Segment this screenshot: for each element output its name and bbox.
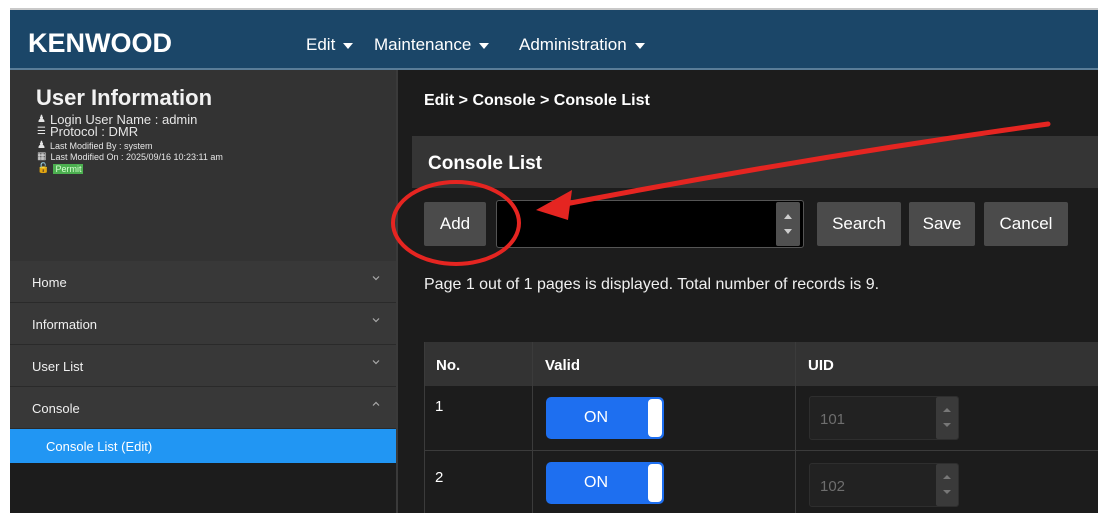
kenwood-logo: KENWOOD xyxy=(28,28,172,58)
caret-down-icon xyxy=(634,42,645,49)
row-no-cell: 2 xyxy=(435,469,525,493)
user-info-panel: User Information ♟ Login User Name : adm… xyxy=(10,70,396,262)
sidebar-item-label: User List xyxy=(32,359,84,374)
spinner-down-icon[interactable] xyxy=(943,423,951,427)
protocol-line: ☰ Protocol : DMR xyxy=(37,124,138,139)
sidebar-item-label: Home xyxy=(32,275,67,290)
chevron-up-icon xyxy=(372,400,380,408)
uid-input[interactable]: 102 xyxy=(809,463,959,507)
uid-input[interactable]: 101 xyxy=(809,396,959,440)
menu-administration[interactable]: Administration xyxy=(519,35,645,55)
table-header-uid: UID xyxy=(796,342,1098,386)
header-uid-label: UID xyxy=(808,357,834,374)
caret-down-icon xyxy=(343,42,354,49)
table-divider xyxy=(795,342,796,513)
valid-toggle[interactable]: ON xyxy=(546,462,664,504)
toggle-label: ON xyxy=(584,474,608,491)
top-navbar: KENWOOD Edit Maintenance Administration xyxy=(10,10,1098,70)
search-button[interactable]: Search xyxy=(817,202,901,246)
toggle-knob xyxy=(648,399,662,437)
sidebar-item-information[interactable]: Information xyxy=(10,303,396,345)
row-no-cell: 1 xyxy=(435,398,525,422)
toggle-label: ON xyxy=(584,409,608,426)
menu-maintenance[interactable]: Maintenance xyxy=(374,35,490,55)
last-modified-on-line: ▦ Last Modified On : 2025/09/16 10:23:11… xyxy=(37,151,223,162)
chevron-down-icon xyxy=(372,316,380,324)
record-count-input[interactable] xyxy=(496,200,804,248)
last-modified-on-text: Last Modified On : 2025/09/16 10:23:11 a… xyxy=(50,151,223,162)
protocol-text: Protocol : DMR xyxy=(49,124,139,139)
uid-value: 101 xyxy=(820,411,846,428)
spinner-up-icon[interactable] xyxy=(943,475,951,479)
sidebar-item-home[interactable]: Home xyxy=(10,261,396,303)
sidebar-divider xyxy=(396,70,398,513)
breadcrumb: Edit > Console > Console List xyxy=(424,92,650,109)
toggle-knob xyxy=(648,464,662,502)
user-icon: ♟ xyxy=(37,140,46,151)
user-info-title: User Information xyxy=(36,85,213,110)
menu-administration-label: Administration xyxy=(519,35,627,54)
sidebar-nav: Home Information User List Console Conso… xyxy=(10,261,396,463)
caret-down-icon xyxy=(479,42,490,49)
unlock-icon: 🔓 xyxy=(37,163,50,174)
cancel-button[interactable]: Cancel xyxy=(984,202,1068,246)
sidebar-item-console[interactable]: Console xyxy=(10,387,396,429)
add-button[interactable]: Add xyxy=(424,202,486,246)
sidebar-item-user-list[interactable]: User List xyxy=(10,345,396,387)
menu-edit[interactable]: Edit xyxy=(306,35,354,55)
header-valid-label: Valid xyxy=(545,357,581,374)
spinner-down-icon[interactable] xyxy=(943,490,951,494)
last-modified-by-line: ♟ Last Modified By : system xyxy=(37,140,153,151)
table-divider xyxy=(424,450,1098,451)
calendar-icon: ▦ xyxy=(37,151,47,162)
uid-spinner[interactable] xyxy=(936,464,958,506)
sidebar-item-label: Console xyxy=(32,401,80,416)
table-divider xyxy=(424,342,425,513)
valid-toggle[interactable]: ON xyxy=(546,397,664,439)
spinner-down-icon[interactable] xyxy=(784,229,792,234)
menu-maintenance-label: Maintenance xyxy=(374,35,472,54)
sidebar-subitem-console-list-edit[interactable]: Console List (Edit) xyxy=(10,429,396,463)
row-no: 1 xyxy=(435,398,444,415)
save-button[interactable]: Save xyxy=(909,202,975,246)
last-modified-by-text: Last Modified By : system xyxy=(49,140,153,151)
header-no-label: No. xyxy=(436,357,461,374)
uid-spinner[interactable] xyxy=(936,397,958,439)
row-no: 2 xyxy=(435,469,444,486)
permission-line: 🔓 Permit xyxy=(37,163,84,174)
sidebar-subitem-label: Console List (Edit) xyxy=(46,439,153,454)
menu-edit-label: Edit xyxy=(306,35,336,54)
uid-value: 102 xyxy=(820,478,846,495)
list-icon: ☰ xyxy=(37,126,46,137)
chevron-down-icon xyxy=(372,358,380,366)
table-header-no: No. xyxy=(424,342,532,386)
section-title: Console List xyxy=(428,153,543,174)
record-count-spinner[interactable] xyxy=(776,202,800,246)
pagination-info: Page 1 out of 1 pages is displayed. Tota… xyxy=(424,276,880,293)
sidebar-item-label: Information xyxy=(32,317,98,332)
spinner-up-icon[interactable] xyxy=(943,408,951,412)
table-header-valid: Valid xyxy=(533,342,795,386)
spinner-up-icon[interactable] xyxy=(784,214,792,219)
permission-badge: Permit xyxy=(53,163,84,174)
table-divider xyxy=(532,342,533,513)
chevron-down-icon xyxy=(372,274,380,282)
